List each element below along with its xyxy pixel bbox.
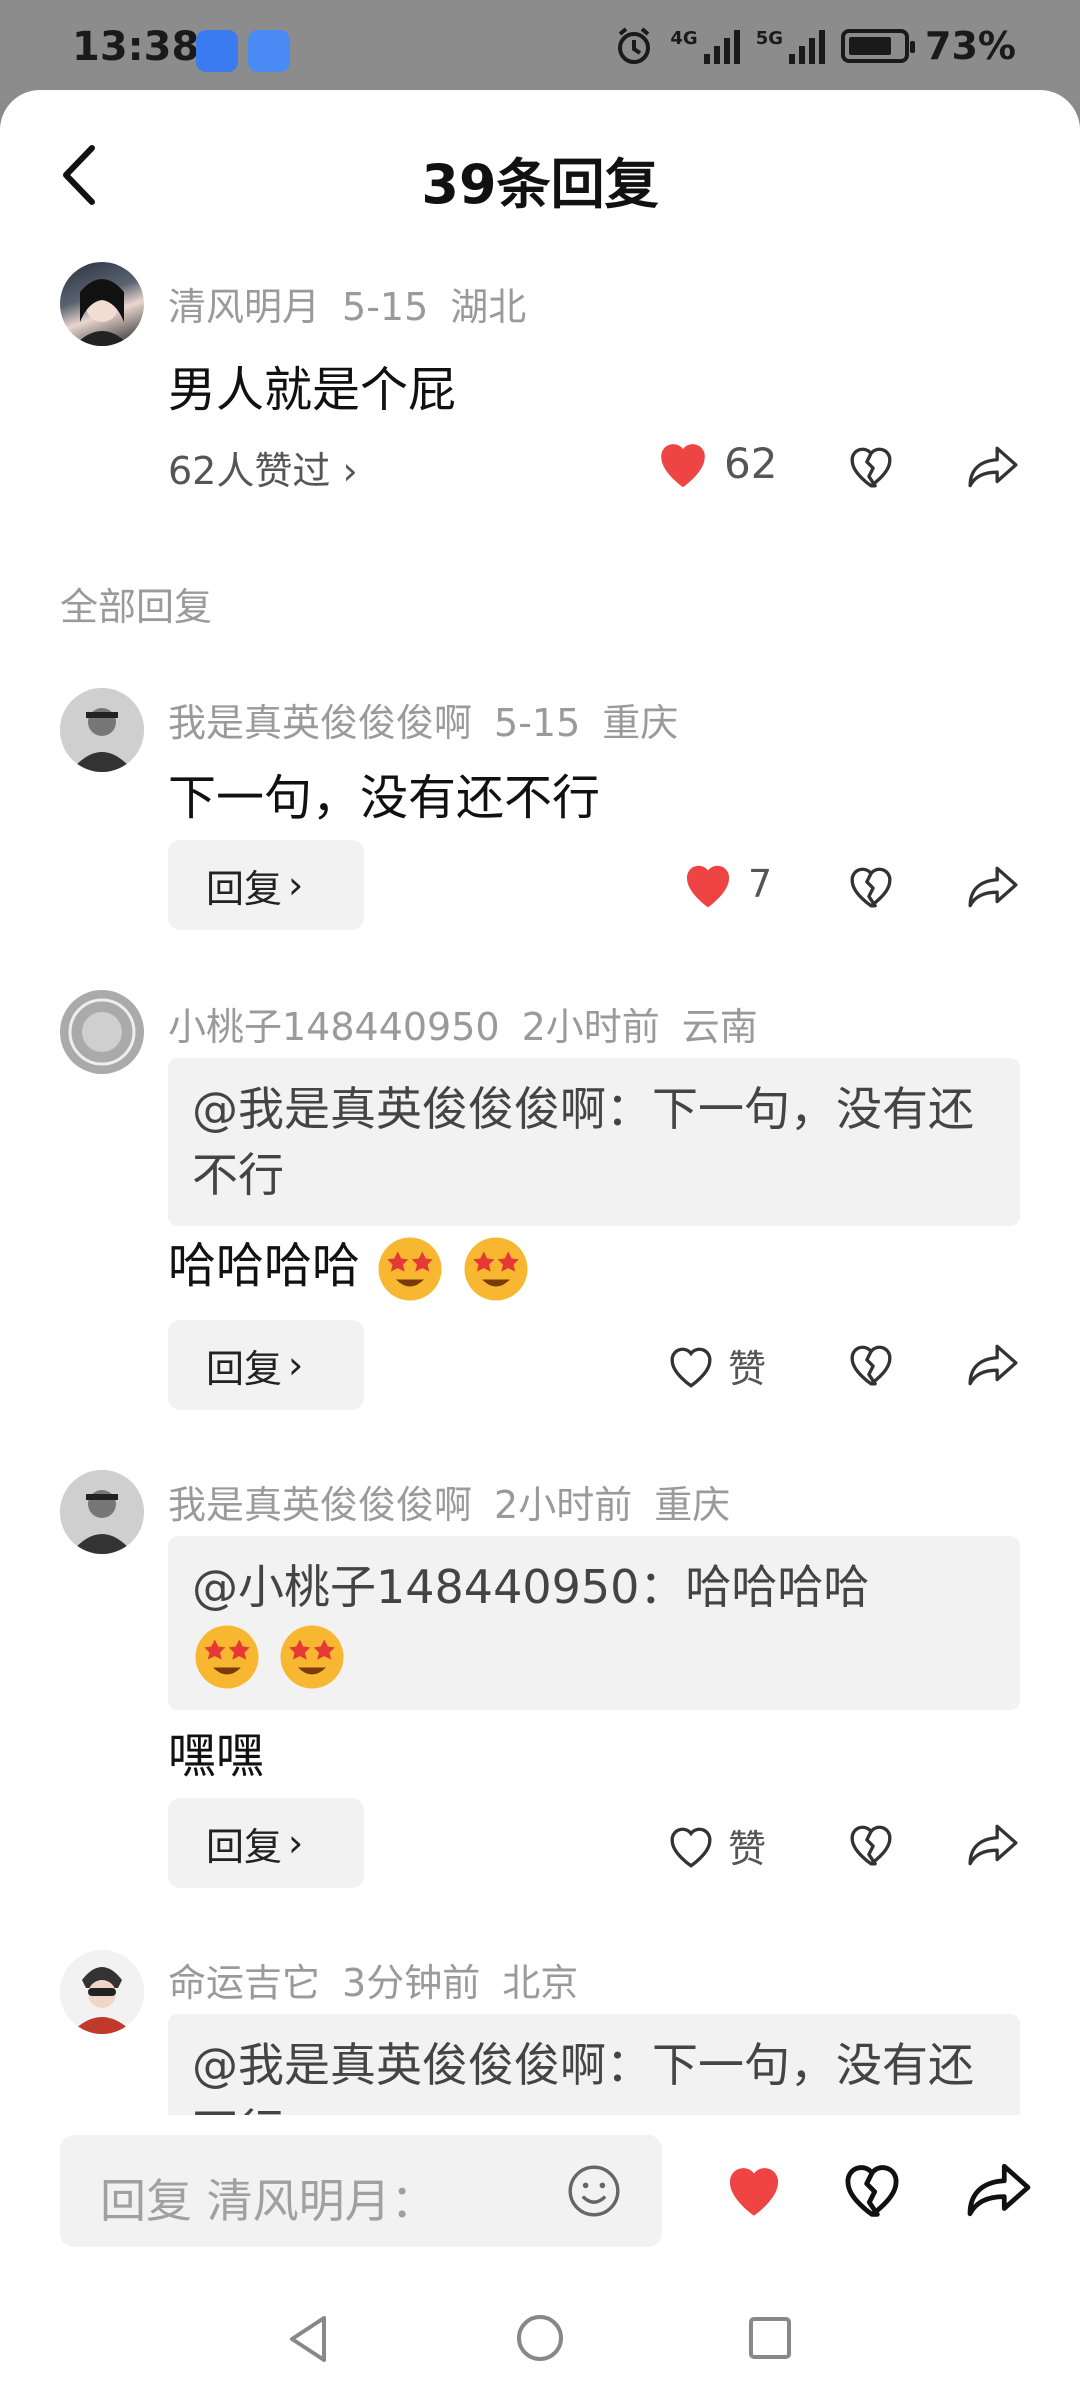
page-title: 39条回复 — [421, 153, 659, 216]
share-icon[interactable] — [964, 2161, 1034, 2219]
smile-icon[interactable] — [566, 2163, 622, 2219]
replies-sheet: 39条回复 — [0, 90, 1080, 2400]
bird-app-icon — [196, 30, 238, 72]
signal-4g-icon: 4G — [670, 28, 740, 64]
system-nav-bar — [0, 2280, 1080, 2400]
signal-5g-icon: 5G — [756, 28, 826, 64]
battery-percent: 73% — [925, 24, 1016, 68]
nav-back-icon[interactable] — [284, 2312, 334, 2366]
reply-input-placeholder: 回复 清风明月： — [100, 2174, 437, 2228]
nav-recents-icon[interactable] — [746, 2314, 794, 2362]
message-app-icon — [248, 30, 290, 72]
reply-input-bar: 回复 清风明月： — [0, 2115, 1080, 2265]
header: 39条回复 — [0, 90, 1080, 260]
heart-icon[interactable] — [722, 2159, 786, 2219]
status-bar: 13:38 4G 5G 73% — [0, 0, 1080, 100]
battery-icon — [841, 29, 916, 63]
alarm-icon — [618, 27, 651, 64]
nav-home-icon[interactable] — [514, 2312, 566, 2364]
reply-input[interactable]: 回复 清风明月： — [60, 2135, 662, 2247]
status-time: 13:38 — [72, 24, 200, 70]
broken-heart-icon[interactable] — [840, 2159, 904, 2219]
